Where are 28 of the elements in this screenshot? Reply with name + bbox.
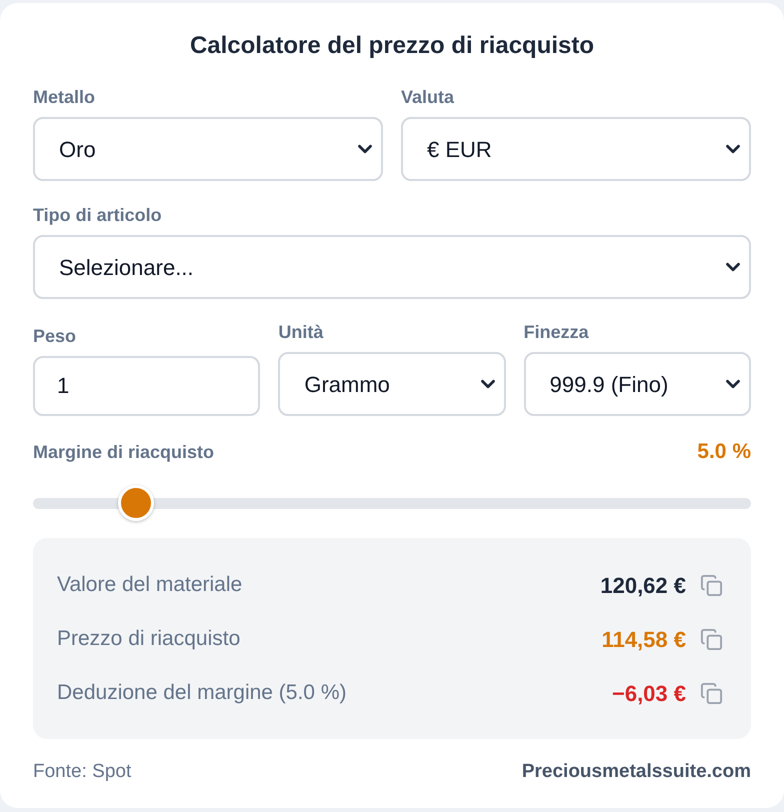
input-field[interactable]: 1: [33, 356, 260, 416]
field-label: Unità: [278, 321, 324, 344]
percent-reading: 5.0 %: [697, 440, 751, 464]
slider-thumb[interactable]: [118, 485, 154, 521]
result-value: −6,03 €: [612, 680, 686, 708]
result-value: 114,58 €: [602, 626, 686, 654]
slider-track[interactable]: [33, 485, 751, 521]
calculator-title: Calcolatore del prezzo di riacquisto: [188, 31, 596, 61]
result-value: 120,62 €: [600, 572, 686, 600]
dropdown-field[interactable]: 999.9 (Fino): [524, 352, 751, 416]
source-text: Fonte: Spot: [33, 760, 132, 784]
field-label: Valuta: [401, 86, 456, 109]
dropdown-field[interactable]: € EUR: [401, 117, 751, 181]
slider-label: Margine di riacquisto: [33, 441, 214, 464]
result-label: Deduzione del margine (5.0 %): [57, 680, 346, 706]
copy-icon[interactable]: [700, 574, 723, 596]
field-label: Finezza: [524, 321, 590, 344]
dropdown-field[interactable]: Grammo: [278, 352, 506, 416]
result-label: Prezzo di riacquisto: [57, 626, 240, 652]
result-label: Valore del materiale: [57, 572, 242, 598]
field-label: Peso: [33, 325, 78, 348]
field-label: Metallo: [33, 86, 96, 109]
copy-icon[interactable]: [700, 682, 723, 704]
dropdown-field[interactable]: Oro: [33, 117, 383, 181]
field-label: Tipo di articolo: [33, 204, 163, 227]
brand-link[interactable]: Preciousmetalssuite.com: [522, 760, 751, 784]
copy-icon[interactable]: [700, 628, 723, 650]
dropdown-field[interactable]: Selezionare...: [33, 235, 751, 299]
